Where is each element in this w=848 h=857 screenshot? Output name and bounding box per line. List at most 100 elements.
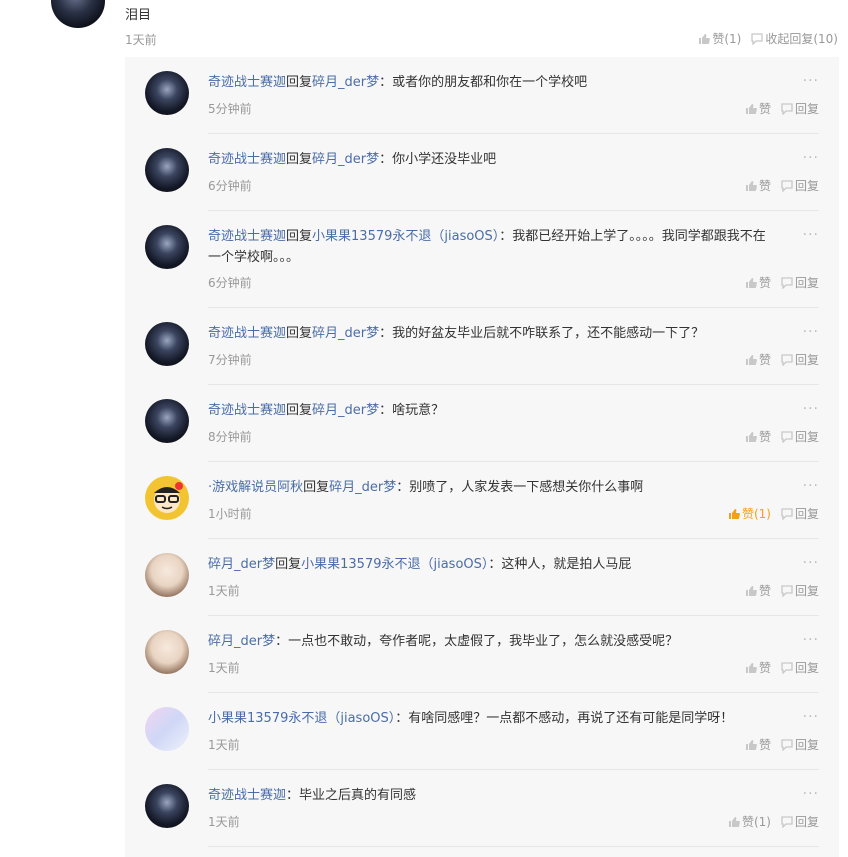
user-link[interactable]: 奇迹战士赛迦	[208, 229, 286, 244]
comment-bubble-icon	[781, 179, 793, 192]
more-dots-icon[interactable]: ···	[803, 709, 819, 725]
user-link[interactable]: 碎月_der梦	[208, 634, 275, 649]
avatar[interactable]	[145, 225, 189, 269]
reply-button[interactable]: 回复	[781, 351, 819, 368]
comment-avatar[interactable]	[51, 0, 105, 28]
thumbs-up-icon	[745, 585, 757, 596]
like-button[interactable]: 赞	[745, 100, 771, 117]
user-link[interactable]: 奇迹战士赛迦	[208, 326, 286, 341]
like-button[interactable]: 赞	[745, 582, 771, 599]
target-user-link[interactable]: 碎月_der梦	[312, 75, 379, 90]
reply-connector: 回复	[286, 75, 313, 90]
avatar[interactable]	[145, 322, 189, 366]
reply-item: 奇迹战士赛迦回复碎月_der梦：我的好盆友毕业后就不咋联系了，还不能感动一下了？…	[125, 308, 839, 385]
avatar[interactable]	[145, 630, 189, 674]
target-user-link[interactable]: 碎月_der梦	[312, 152, 379, 167]
reply-text: 奇迹战士赛迦：毕业之后真的有同感	[208, 785, 778, 806]
thumbs-up-icon	[745, 277, 757, 288]
avatar[interactable]	[145, 553, 189, 597]
user-link[interactable]: 碎月_der梦	[208, 557, 275, 572]
reply-button[interactable]: 回复	[781, 274, 819, 291]
more-dots-icon[interactable]: ···	[803, 555, 819, 571]
avatar[interactable]	[145, 148, 189, 192]
avatar[interactable]	[145, 707, 189, 751]
like-label: 赞	[758, 276, 771, 290]
target-user-link[interactable]: 碎月_der梦	[312, 403, 379, 418]
reply-text: 奇迹战士赛迦回复碎月_der梦：你小学还没毕业吧	[208, 149, 778, 170]
reply-time: 1天前	[208, 661, 240, 675]
user-link[interactable]: ·游戏解说员阿秋	[208, 480, 303, 495]
user-link[interactable]: 奇迹战士赛迦	[208, 152, 286, 167]
reply-label: 回复	[794, 353, 819, 367]
collapse-replies-button[interactable]: 收起回复(10)	[751, 30, 838, 47]
reply-time: 1天前	[208, 815, 240, 829]
comment-bubble-icon	[781, 815, 793, 828]
avatar[interactable]	[145, 476, 189, 520]
reply-button[interactable]: 回复	[781, 177, 819, 194]
target-user-link[interactable]: 小果果13579永不退（jiasoOS）	[301, 557, 488, 572]
reply-button[interactable]: 回复	[781, 100, 819, 117]
collapse-label: 收起回复(10)	[765, 32, 838, 46]
reply-button[interactable]: 回复	[781, 428, 819, 445]
thumbs-up-icon	[745, 662, 757, 673]
more-dots-icon[interactable]: ···	[803, 478, 819, 494]
reply-time: 7分钟前	[208, 353, 252, 367]
reply-connector: 回复	[286, 403, 313, 418]
reply-actions: 赞 回复	[745, 177, 819, 194]
reply-button[interactable]: 回复	[781, 813, 819, 830]
divider	[208, 846, 819, 847]
thumbs-up-icon	[745, 739, 757, 750]
comment-bubble-icon	[781, 353, 793, 366]
reply-connector: 回复	[275, 557, 302, 572]
reply-actions: 赞 回复	[745, 351, 819, 368]
reply-time: 6分钟前	[208, 179, 252, 193]
reply-text: 奇迹战士赛迦回复碎月_der梦：或者你的朋友都和你在一个学校吧	[208, 72, 778, 93]
comment-bubble-icon	[781, 430, 793, 443]
reply-button[interactable]: 回复	[781, 505, 819, 522]
user-link[interactable]: 奇迹战士赛迦	[208, 75, 286, 90]
user-link[interactable]: 奇迹战士赛迦	[208, 788, 286, 803]
more-dots-icon[interactable]: ···	[803, 324, 819, 340]
user-link[interactable]: 小果果13579永不退（jiasoOS）	[208, 711, 395, 726]
like-button[interactable]: 赞(1)	[728, 813, 771, 830]
reply-content: ：有啥同感哩？一点都不感动，再说了还有可能是同学呀！	[395, 711, 734, 726]
reply-text: 小果果13579永不退（jiasoOS）：有啥同感哩？一点都不感动，再说了还有可…	[208, 708, 778, 729]
more-dots-icon[interactable]: ···	[803, 150, 819, 166]
like-button[interactable]: 赞	[745, 736, 771, 753]
like-button[interactable]: 赞(1)	[728, 505, 771, 522]
more-dots-icon[interactable]: ···	[803, 227, 819, 243]
more-dots-icon[interactable]: ···	[803, 632, 819, 648]
avatar[interactable]	[145, 784, 189, 828]
like-label: 赞(1)	[741, 507, 771, 521]
reply-text: 奇迹战士赛迦回复碎月_der梦：我的好盆友毕业后就不咋联系了，还不能感动一下了？	[208, 323, 778, 344]
reply-item: 奇迹战士赛迦回复小果果13579永不退（jiasoOS）：我都已经开始上学了。。…	[125, 211, 839, 308]
avatar[interactable]	[145, 71, 189, 115]
more-dots-icon[interactable]: ···	[803, 401, 819, 417]
reply-label: 回复	[794, 276, 819, 290]
like-button[interactable]: 赞	[745, 177, 771, 194]
reply-item: ·游戏解说员阿秋回复碎月_der梦：别喷了，人家发表一下感想关你什么事啊 ···…	[125, 462, 839, 539]
avatar[interactable]	[145, 399, 189, 443]
target-user-link[interactable]: 小果果13579永不退（jiasoOS）	[312, 229, 499, 244]
like-button[interactable]: 赞	[745, 351, 771, 368]
target-user-link[interactable]: 碎月_der梦	[329, 480, 396, 495]
thumbs-up-icon	[745, 103, 757, 114]
like-button[interactable]: 赞	[745, 428, 771, 445]
reply-button[interactable]: 回复	[781, 659, 819, 676]
reply-list: 奇迹战士赛迦回复碎月_der梦：或者你的朋友都和你在一个学校吧 ··· 5分钟前…	[125, 57, 839, 857]
like-button[interactable]: 赞	[745, 274, 771, 291]
like-button[interactable]: 赞(1)	[698, 30, 741, 47]
reply-button[interactable]: 回复	[781, 736, 819, 753]
like-button[interactable]: 赞	[745, 659, 771, 676]
reply-item: 奇迹战士赛迦回复碎月_der梦：你小学还没毕业吧 ··· 6分钟前 赞 回复	[125, 134, 839, 211]
reply-label: 回复	[794, 507, 819, 521]
reply-time: 8分钟前	[208, 430, 252, 444]
more-dots-icon[interactable]: ···	[803, 73, 819, 89]
target-user-link[interactable]: 碎月_der梦	[312, 326, 379, 341]
user-link[interactable]: 奇迹战士赛迦	[208, 403, 286, 418]
reply-label: 回复	[794, 584, 819, 598]
more-dots-icon[interactable]: ···	[803, 786, 819, 802]
reply-content: ：或者你的朋友都和你在一个学校吧	[379, 75, 588, 90]
reply-button[interactable]: 回复	[781, 582, 819, 599]
reply-label: 回复	[794, 815, 819, 829]
